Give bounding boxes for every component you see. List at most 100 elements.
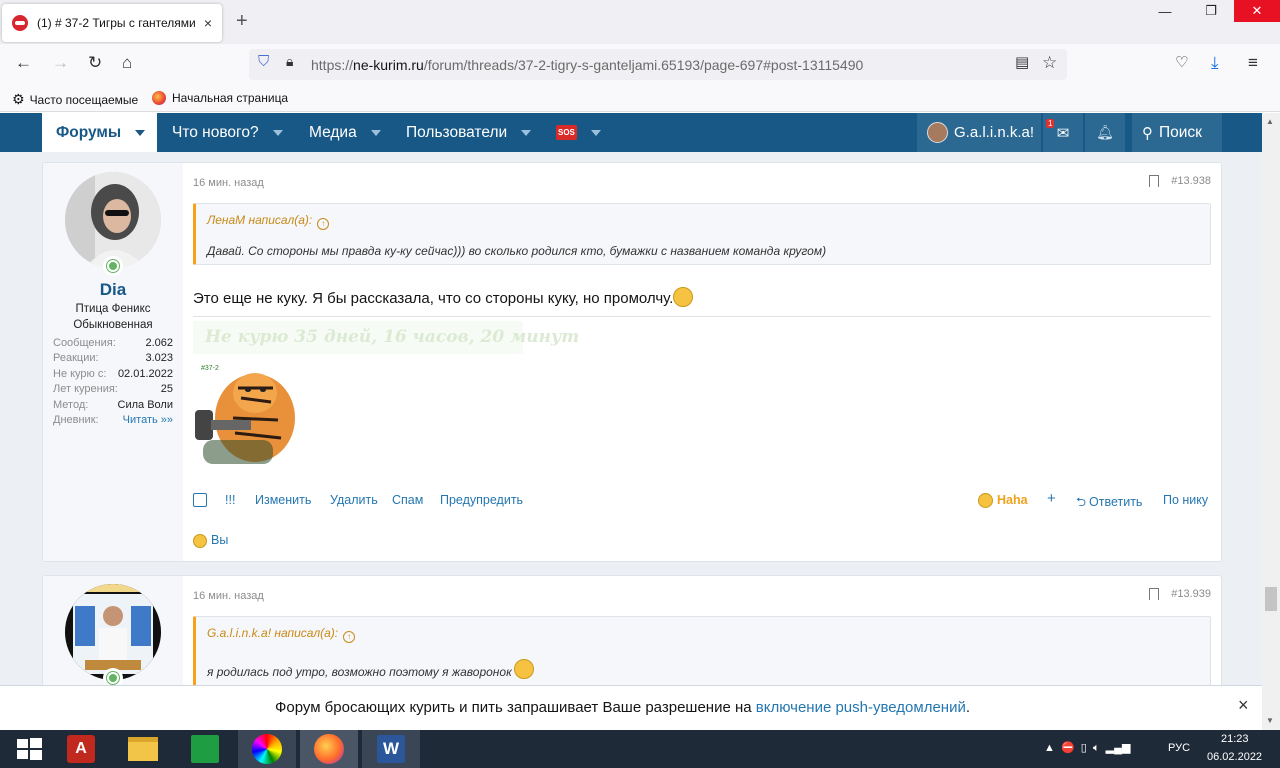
- scroll-up-icon[interactable]: ▲: [1266, 117, 1274, 126]
- bookmark-most-visited[interactable]: ⚙ Часто посещаемые: [12, 91, 138, 108]
- chevron-down-icon[interactable]: [135, 129, 146, 136]
- post-number[interactable]: #13.938: [1171, 175, 1211, 187]
- avatar[interactable]: [65, 584, 161, 680]
- avatar-photo: [65, 584, 161, 680]
- restore-icon[interactable]: ❐: [1188, 0, 1234, 22]
- avatar[interactable]: [65, 172, 161, 268]
- firefox-taskbar-icon[interactable]: [300, 730, 358, 768]
- nav-users[interactable]: Пользователи: [406, 113, 532, 152]
- nav-sos[interactable]: SOS: [556, 113, 601, 152]
- online-indicator: [103, 668, 123, 685]
- reader-view-icon[interactable]: ▤: [1015, 53, 1029, 71]
- chevron-down-icon[interactable]: [370, 129, 381, 136]
- chevron-down-icon[interactable]: [590, 129, 601, 136]
- reaction-haha-button[interactable]: Haha: [978, 493, 1028, 508]
- tiger-dumbbell-image: #37-2: [193, 358, 308, 473]
- file-explorer-icon[interactable]: [114, 730, 172, 768]
- reactions-bar[interactable]: Вы: [193, 533, 228, 548]
- chevron-down-icon[interactable]: [272, 129, 283, 136]
- laugh-emoji-icon: [193, 534, 207, 548]
- post-number[interactable]: #13.939: [1171, 588, 1211, 600]
- diary-link[interactable]: Читать »»: [123, 414, 173, 426]
- post-time[interactable]: 16 мин. назад: [193, 590, 264, 602]
- lock-icon[interactable]: 🔒︎: [286, 53, 293, 70]
- quote-block: G.a.l.i.n.k.a! написал(а): ↑ я родилась п…: [193, 616, 1211, 685]
- quote-text: я родилась под утро, возможно поэтому я …: [207, 659, 534, 679]
- clock-time[interactable]: 21:23: [1221, 733, 1249, 745]
- shush-emoji-icon: [673, 287, 694, 307]
- menu-icon[interactable]: ≡: [1248, 53, 1258, 73]
- action-exclaim[interactable]: !!!: [225, 493, 235, 507]
- chevron-down-icon[interactable]: [521, 129, 532, 136]
- back-arrow-icon[interactable]: ←: [15, 53, 32, 73]
- forward-arrow-icon[interactable]: →: [52, 53, 69, 73]
- user-title: Птица Феникс: [75, 303, 151, 315]
- push-enable-link[interactable]: включение push-уведомлений: [756, 699, 966, 716]
- nav-conversations[interactable]: ✉ 1: [1043, 113, 1083, 152]
- windows-start-icon[interactable]: [0, 730, 58, 768]
- spam-button[interactable]: Спам: [392, 493, 423, 507]
- firefox-icon: [152, 91, 166, 105]
- pocket-icon[interactable]: ♡: [1175, 53, 1188, 71]
- add-reaction-button[interactable]: +: [1047, 490, 1056, 507]
- user-stat: Дневник: Читать »»: [53, 414, 173, 426]
- nav-forums[interactable]: Форумы: [42, 113, 157, 152]
- scroll-down-icon[interactable]: ▼: [1266, 716, 1274, 725]
- nav-search[interactable]: ⚲ Поиск: [1132, 113, 1222, 152]
- laugh-emoji-icon: [978, 493, 993, 508]
- nav-user-account[interactable]: G.a.l.i.n.k.a!: [917, 113, 1041, 152]
- reply-button[interactable]: ⮌ Ответить: [1076, 493, 1142, 514]
- arrow-up-icon[interactable]: ↑: [343, 631, 356, 643]
- user-sidebar: [43, 576, 183, 685]
- window-close-icon[interactable]: ✕: [1234, 0, 1280, 22]
- color-picker-app-icon[interactable]: [238, 730, 296, 768]
- word-app-icon[interactable]: W: [362, 730, 420, 768]
- warn-button[interactable]: Предупредить: [440, 493, 523, 507]
- nav-alerts[interactable]: 🔔︎: [1085, 113, 1125, 152]
- new-tab-button[interactable]: +: [236, 10, 248, 33]
- nav-media[interactable]: Медиа: [309, 113, 381, 152]
- bookmark-start-page[interactable]: Начальная страница: [152, 91, 288, 105]
- home-icon[interactable]: ⌂: [122, 53, 132, 73]
- tab-close-icon[interactable]: ×: [204, 15, 212, 31]
- svg-text:#37-2: #37-2: [201, 365, 219, 372]
- close-icon[interactable]: ×: [1238, 695, 1249, 716]
- user-stat: Не курю с: 02.01.2022: [53, 368, 173, 380]
- store-app-icon[interactable]: [176, 730, 234, 768]
- nav-whats-new[interactable]: Что нового?: [172, 113, 283, 152]
- user-avatar: [927, 122, 948, 143]
- bookmark-star-icon[interactable]: ☆: [1042, 53, 1057, 73]
- select-checkbox[interactable]: [193, 493, 207, 507]
- edit-button[interactable]: Изменить: [255, 493, 311, 507]
- tray-icons[interactable]: ▲ ⛔ ▯ 🔈︎ ▂▄▆: [1044, 741, 1130, 755]
- bookmark-icon[interactable]: [1149, 588, 1159, 600]
- arrow-up-icon[interactable]: ↑: [317, 218, 330, 230]
- sos-icon: SOS: [556, 125, 577, 140]
- bookmark-icon[interactable]: [1149, 175, 1159, 187]
- clock-date[interactable]: 06.02.2022: [1207, 751, 1262, 763]
- post-text: Это еще не куку. Я бы рассказала, что со…: [193, 287, 694, 307]
- reply-by-nick-button[interactable]: По нику: [1163, 493, 1208, 507]
- download-icon[interactable]: ⤓: [1211, 53, 1219, 73]
- url-text[interactable]: https://ne-kurim.ru/forum/threads/37-2-t…: [311, 57, 863, 73]
- smile-emoji-icon: [513, 659, 534, 679]
- post-time[interactable]: 16 мин. назад: [193, 177, 264, 189]
- browser-tab[interactable]: (1) # 37-2 Тигры с гантелями | ×: [2, 4, 222, 42]
- mail-icon: ✉: [1056, 124, 1070, 142]
- language-indicator[interactable]: РУС: [1168, 742, 1190, 754]
- pdf-app-icon[interactable]: A: [52, 730, 110, 768]
- quote-author[interactable]: G.a.l.i.n.k.a! написал(а): ↑: [207, 626, 356, 643]
- scrollbar-thumb[interactable]: [1265, 587, 1277, 611]
- minimize-icon[interactable]: —: [1142, 0, 1188, 22]
- mail-badge: 1: [1046, 119, 1055, 128]
- post-author[interactable]: Dia: [43, 280, 183, 300]
- shield-icon[interactable]: ⛉: [258, 53, 269, 70]
- reload-icon[interactable]: ↻: [88, 53, 102, 73]
- quote-text: Давай. Со стороны мы правда ку-ку сейчас…: [207, 244, 827, 258]
- push-text: Форум бросающих курить и пить запрашивае…: [274, 699, 971, 716]
- tab-title: (1) # 37-2 Тигры с гантелями |: [37, 16, 197, 30]
- user-rank: Обыкновенная: [73, 319, 153, 331]
- delete-button[interactable]: Удалить: [330, 493, 378, 507]
- quote-author[interactable]: ЛенаМ написал(а): ↑: [207, 213, 330, 230]
- page-scrollbar[interactable]: [1262, 113, 1280, 730]
